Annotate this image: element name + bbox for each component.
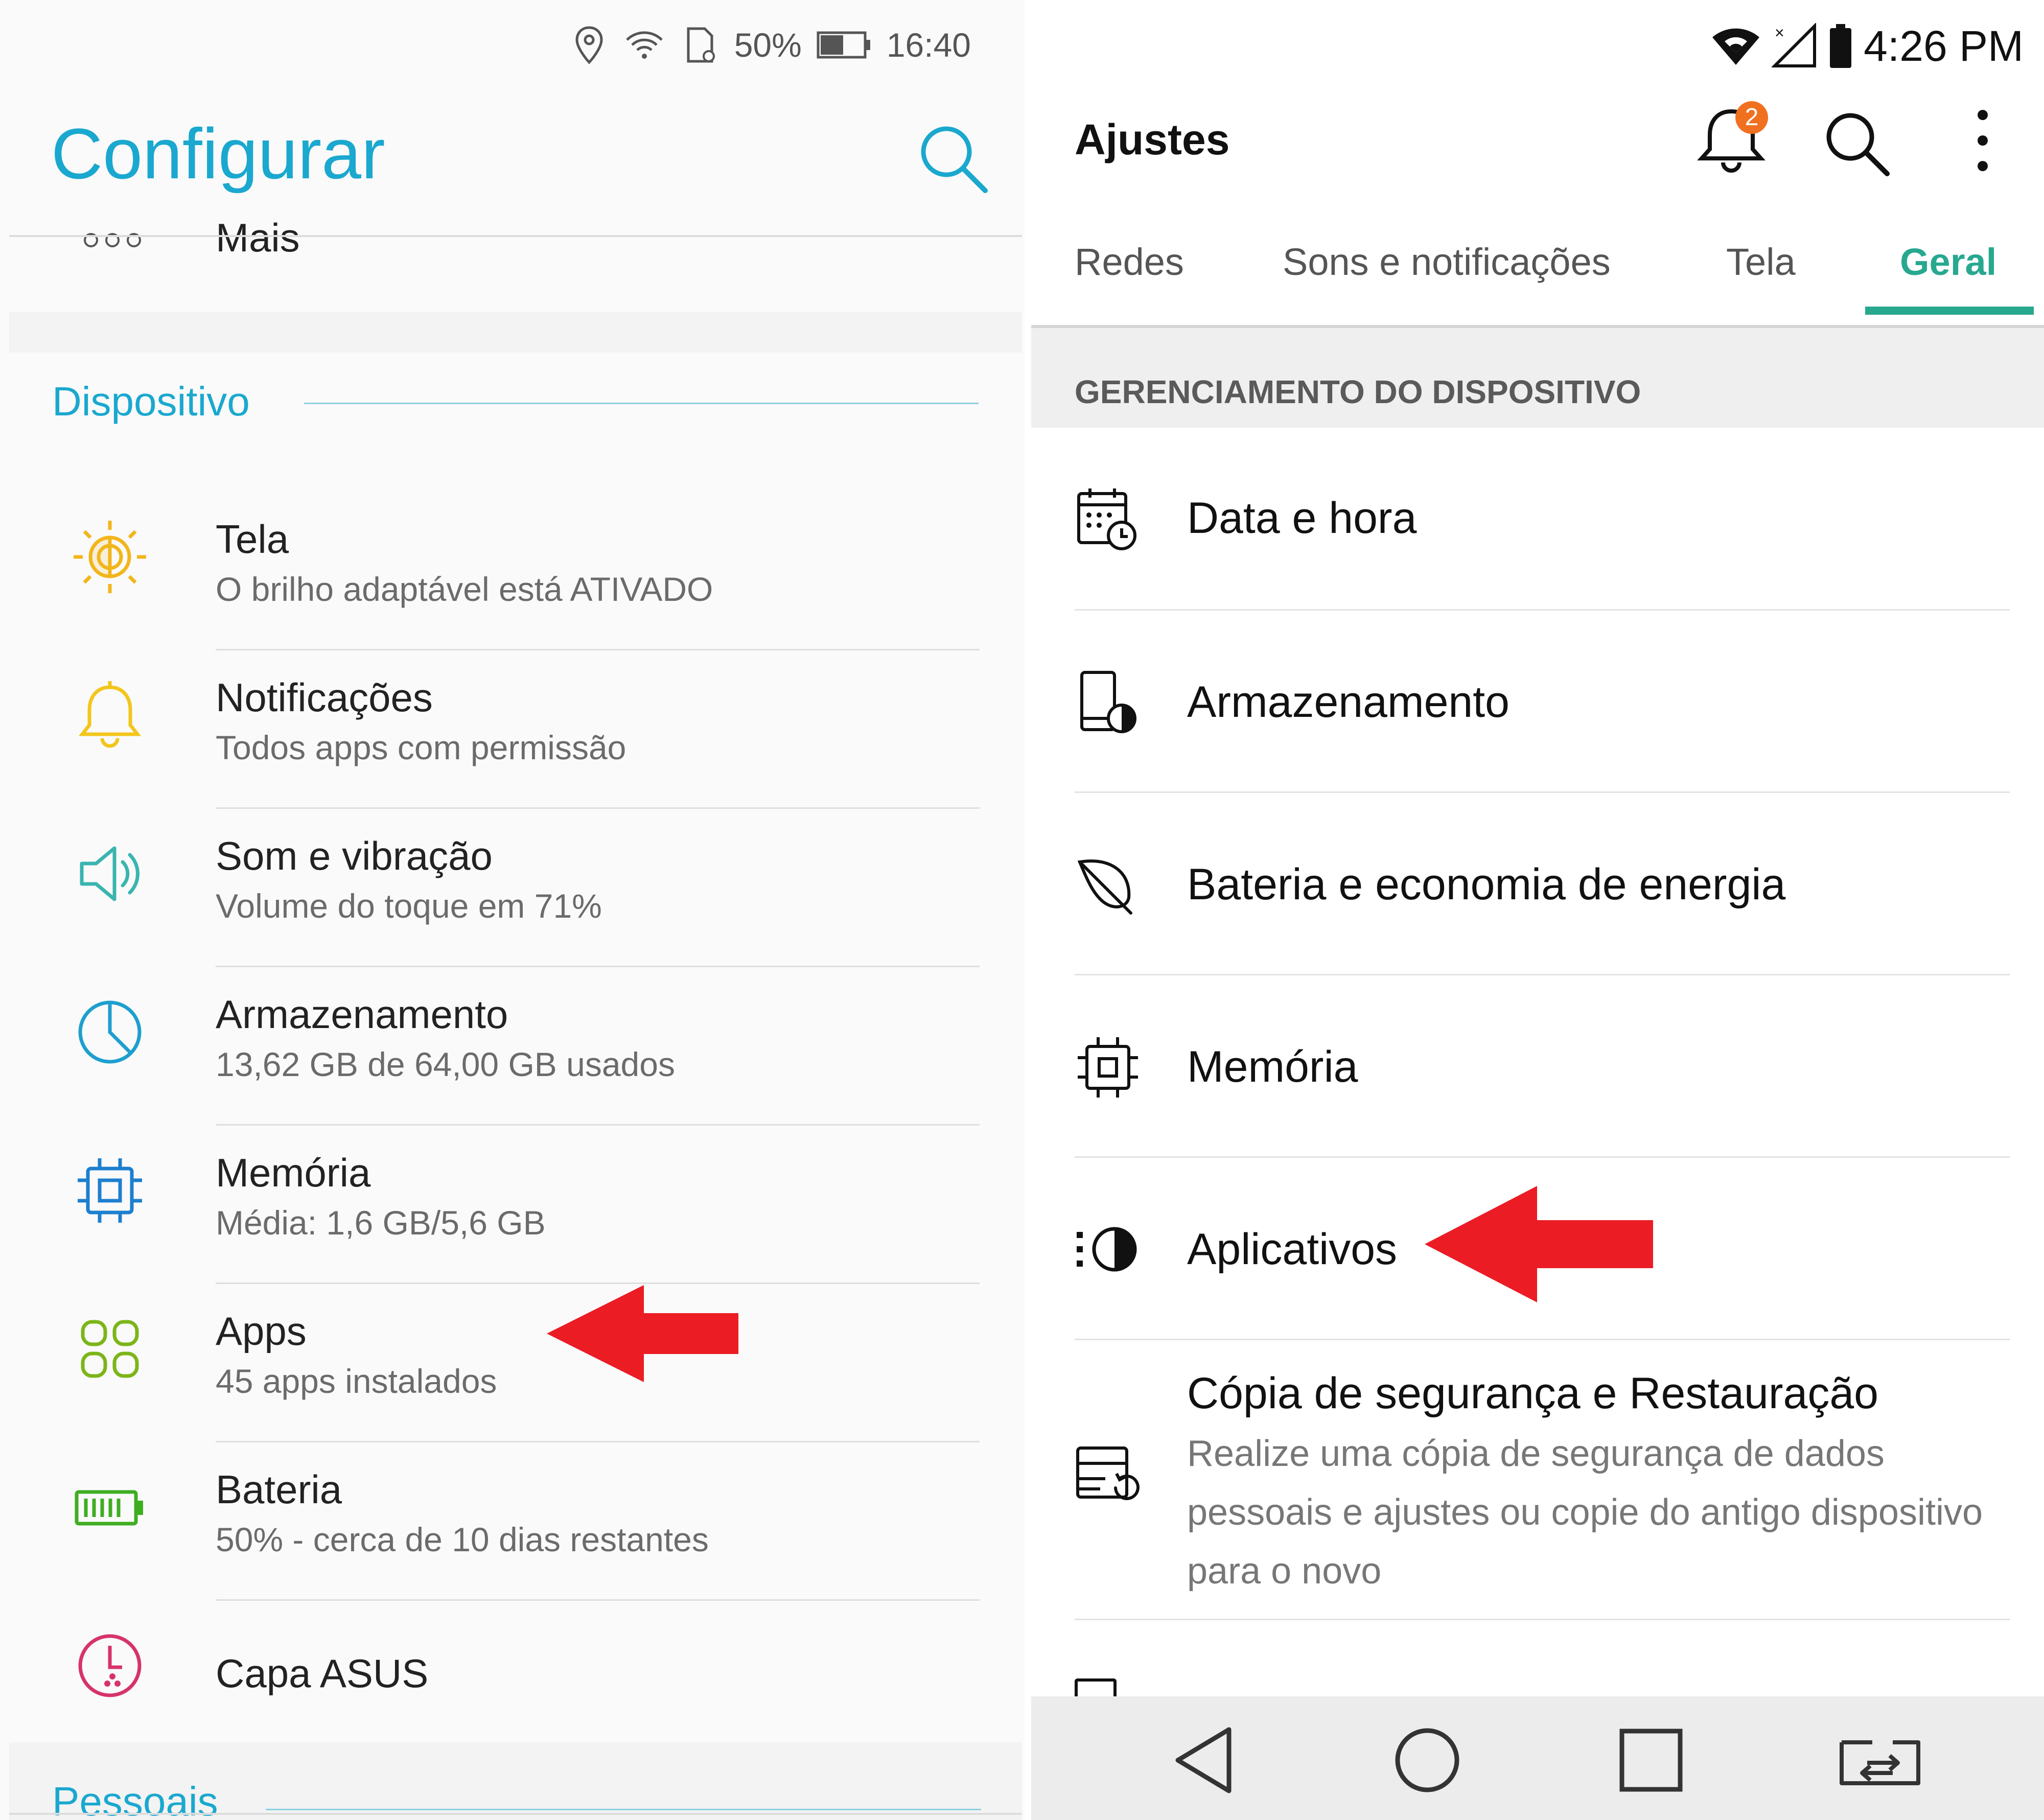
battery-full-icon	[72, 1469, 148, 1546]
backup-icon	[1075, 1445, 1141, 1511]
settings-item-capa-asus[interactable]: Capa ASUS	[0, 1602, 1027, 1730]
item-subtitle: Média: 1,6 GB/5,6 GB	[216, 1204, 546, 1242]
section-line	[266, 1809, 981, 1810]
svg-text:×: ×	[1775, 24, 1784, 42]
red-arrow-pointer	[547, 1282, 741, 1385]
tab-redes[interactable]: Redes	[1075, 240, 1184, 284]
item-title: Apps	[216, 1309, 307, 1354]
leaf-icon	[1075, 852, 1141, 918]
item-title: Data e hora	[1187, 494, 1417, 543]
tab-sons-notificacoes[interactable]: Sons e notificações	[1283, 240, 1611, 284]
switch-icon[interactable]	[1837, 1722, 1923, 1799]
settings-item-tela[interactable]: Tela O brilho adaptável está ATIVADO	[0, 493, 1027, 651]
settings-item-notificacoes[interactable]: Notificações Todos apps com permissão	[0, 651, 1027, 810]
signal-icon: ×	[1772, 23, 1818, 69]
section-header-gerenciamento: GERENCIAMENTO DO DISPOSITIVO	[1075, 374, 1641, 410]
item-divider	[216, 1441, 980, 1442]
item-title: Armazenamento	[1187, 678, 1509, 727]
item-divider	[216, 649, 980, 650]
page-title: Configurar	[51, 113, 385, 194]
item-title: Cópia de segurança e Restauração	[1187, 1369, 1878, 1418]
settings-item-bateria-economia[interactable]: Bateria e economia de energia	[1031, 793, 2044, 975]
list-item-mais[interactable]: Mais	[216, 215, 300, 261]
battery-icon	[816, 30, 872, 60]
settings-item-copia-seguranca[interactable]: Cópia de segurança e Restauração Realize…	[1031, 1340, 2044, 1621]
battery-percent: 50%	[734, 26, 802, 64]
asus-settings-panel: 50% 16:40 Configurar Mais Dispositivo Te…	[0, 0, 1027, 1820]
status-bar: 50% 16:40	[569, 14, 971, 76]
notification-badge: 2	[1735, 101, 1768, 134]
battery-icon	[1828, 23, 1853, 69]
sd-card-icon	[679, 25, 720, 65]
page-title: Ajustes	[1075, 115, 1230, 164]
item-subtitle: Volume do toque em 71%	[216, 887, 602, 925]
navigation-bar	[1031, 1696, 2044, 1820]
settings-item-memoria[interactable]: Memória	[1031, 975, 2044, 1158]
more-dots-icon	[82, 230, 143, 250]
item-subtitle: 50% - cerca de 10 dias restantes	[216, 1521, 709, 1558]
apps-grid-icon	[72, 1311, 148, 1387]
item-title: Aplicativos	[1187, 1225, 1398, 1274]
calendar-clock-icon	[1075, 485, 1141, 552]
apps-icon	[1075, 1217, 1141, 1283]
item-subtitle: Todos apps com permissão	[216, 729, 626, 766]
wifi-icon	[624, 25, 665, 65]
item-divider	[216, 966, 980, 967]
item-subtitle: 13,62 GB de 64,00 GB usados	[216, 1045, 675, 1083]
item-divider	[216, 807, 980, 809]
brightness-icon	[72, 519, 148, 595]
recents-icon[interactable]	[1613, 1722, 1689, 1799]
item-subtitle: O brilho adaptável está ATIVADO	[216, 570, 713, 608]
item-title: Memória	[216, 1150, 371, 1195]
item-title: Som e vibração	[216, 833, 493, 878]
cover-clock-icon	[72, 1627, 148, 1704]
tab-tela[interactable]: Tela	[1726, 240, 1796, 284]
search-icon[interactable]	[1821, 107, 1892, 179]
section-line	[304, 403, 979, 404]
item-divider	[216, 1124, 980, 1126]
item-title: Notificações	[216, 675, 433, 720]
status-time: 16:40	[886, 26, 971, 64]
home-icon[interactable]	[1389, 1722, 1466, 1799]
status-bar: × 4:26 PM	[1710, 15, 2024, 77]
item-divider	[216, 1599, 980, 1601]
wifi-icon	[1710, 23, 1761, 69]
item-title: Capa ASUS	[216, 1651, 429, 1696]
section-header-dispositivo: Dispositivo	[52, 379, 250, 424]
phone-storage-icon	[1075, 669, 1141, 736]
settings-item-apps[interactable]: Apps 45 apps instalados	[0, 1285, 1027, 1443]
settings-item-bateria[interactable]: Bateria 50% - cerca de 10 dias restantes	[0, 1443, 1027, 1602]
tab-geral[interactable]: Geral	[1900, 240, 1996, 284]
section-spacer	[9, 312, 1022, 353]
settings-item-armazenamento[interactable]: Armazenamento 13,62 GB de 64,00 GB usado…	[0, 968, 1027, 1127]
chip-icon	[1075, 1034, 1141, 1101]
bottom-divider	[9, 1813, 1022, 1815]
storage-pie-icon	[72, 994, 148, 1070]
status-time: 4:26 PM	[1864, 21, 2024, 70]
lg-settings-panel: × 4:26 PM Ajustes 2 Redes Sons e notific…	[1031, 0, 2044, 1820]
back-icon[interactable]	[1165, 1722, 1242, 1799]
search-icon[interactable]	[915, 120, 991, 197]
bell-icon	[72, 677, 148, 754]
speaker-icon	[72, 835, 148, 912]
settings-item-som[interactable]: Som e vibração Volume do toque em 71%	[0, 810, 1027, 968]
red-arrow-pointer	[1425, 1184, 1655, 1304]
item-description: Realize uma cópia de segurança de dados …	[1187, 1433, 1983, 1592]
header-divider	[9, 235, 1022, 237]
item-title: Memória	[1187, 1042, 1358, 1091]
location-icon	[569, 25, 610, 65]
item-divider	[1075, 1619, 2010, 1620]
item-title: Bateria e economia de energia	[1187, 860, 1786, 909]
item-title: Armazenamento	[216, 992, 508, 1037]
item-title: Tela	[216, 517, 289, 562]
item-subtitle: 45 apps instalados	[216, 1362, 497, 1400]
settings-item-armazenamento[interactable]: Armazenamento	[1031, 611, 2044, 793]
active-tab-indicator	[1865, 307, 2034, 315]
settings-item-data-hora[interactable]: Data e hora	[1031, 427, 2044, 611]
settings-item-memoria[interactable]: Memória Média: 1,6 GB/5,6 GB	[0, 1127, 1027, 1285]
item-title: Bateria	[216, 1467, 342, 1512]
more-options-icon[interactable]	[1972, 107, 1993, 174]
chip-icon	[72, 1152, 148, 1229]
